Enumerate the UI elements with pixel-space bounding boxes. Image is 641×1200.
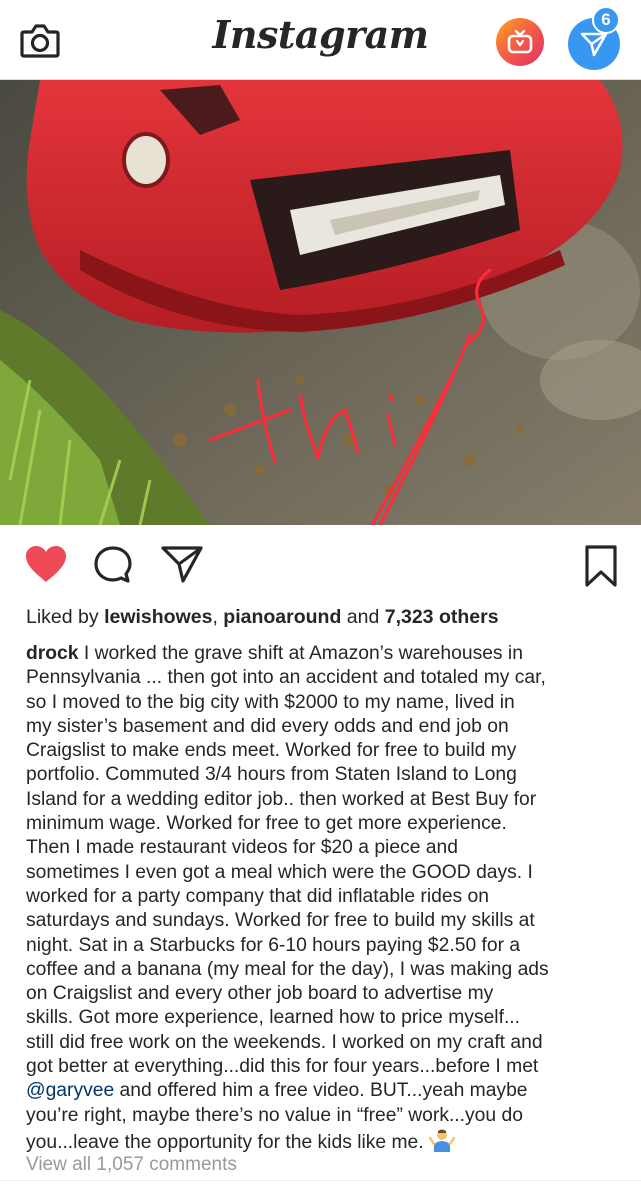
liker-username[interactable]: pianoaround bbox=[223, 606, 341, 628]
caption-mention[interactable]: @garyvee bbox=[26, 1080, 114, 1101]
car-crash-photo-illustration bbox=[0, 80, 641, 525]
likes-others-link[interactable]: 7,323 others bbox=[385, 606, 499, 628]
post-photo[interactable] bbox=[0, 80, 641, 525]
likes-prefix: Liked by bbox=[26, 606, 105, 628]
likes-separator: and bbox=[341, 606, 385, 628]
likes-summary: Liked by lewishowes, pianoaround and 7,3… bbox=[26, 606, 499, 629]
caption-text: I worked the grave shift at Amazon’s war… bbox=[26, 643, 549, 1078]
divider bbox=[0, 1180, 641, 1181]
igtv-icon[interactable] bbox=[496, 18, 544, 66]
top-nav-bar: Instagram 6 bbox=[0, 0, 641, 80]
heart-icon[interactable] bbox=[24, 544, 68, 589]
comment-icon[interactable] bbox=[92, 544, 134, 591]
bookmark-icon[interactable] bbox=[584, 544, 618, 593]
post-action-bar bbox=[0, 530, 641, 600]
caption-username[interactable]: drock bbox=[26, 643, 79, 664]
post-caption: drock I worked the grave shift at Amazon… bbox=[26, 642, 626, 1155]
liker-username[interactable]: lewishowes bbox=[104, 606, 212, 628]
instagram-logo: Instagram bbox=[212, 12, 429, 57]
man-shrugging-emoji bbox=[428, 1128, 456, 1152]
likes-separator: , bbox=[212, 606, 224, 628]
direct-unread-badge: 6 bbox=[592, 6, 620, 34]
view-all-comments-link[interactable]: View all 1,057 comments bbox=[26, 1154, 237, 1176]
share-icon[interactable] bbox=[160, 544, 204, 589]
